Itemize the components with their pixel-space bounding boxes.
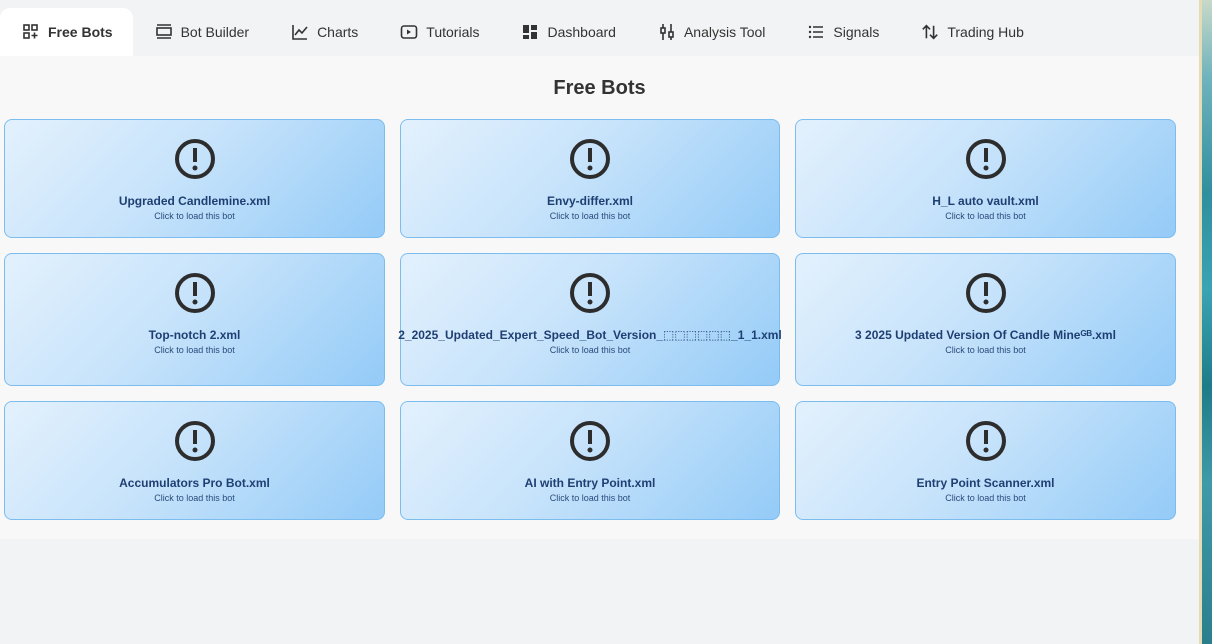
page-title: Free Bots bbox=[553, 77, 646, 99]
bot-card[interactable]: Accumulators Pro Bot.xml Click to load t… bbox=[4, 401, 385, 520]
bot-card[interactable]: Top-notch 2.xml Click to load this bot bbox=[4, 253, 385, 386]
tab-signals[interactable]: Signals bbox=[785, 8, 899, 56]
warning-icon bbox=[965, 421, 1006, 461]
tab-label: Bot Builder bbox=[180, 24, 250, 40]
grid-plus-icon bbox=[22, 23, 40, 41]
play-icon bbox=[400, 23, 418, 41]
tab-tutorials[interactable]: Tutorials bbox=[378, 8, 499, 56]
bot-hint: Click to load this bot bbox=[549, 345, 631, 355]
warning-icon bbox=[570, 139, 610, 179]
bot-hint: Click to load this bot bbox=[549, 211, 631, 221]
tab-label: Free Bots bbox=[48, 24, 113, 40]
builder-icon bbox=[155, 23, 173, 41]
warning-icon bbox=[965, 139, 1006, 179]
tab-bar: Free Bots Bot Builder Charts Tutorials D… bbox=[0, 0, 1199, 56]
list-icon bbox=[807, 23, 825, 41]
bot-name: Top-notch 2.xml bbox=[148, 328, 241, 342]
bot-name: 3 2025 Updated Version Of Candle Mineᴳᴮ.… bbox=[855, 328, 1116, 342]
warning-icon bbox=[174, 273, 215, 313]
bot-card[interactable]: 3 2025 Updated Version Of Candle Mineᴳᴮ.… bbox=[795, 253, 1176, 386]
bot-name: AI with Entry Point.xml bbox=[524, 476, 656, 490]
bot-hint: Click to load this bot bbox=[549, 493, 631, 503]
bot-grid: Upgraded Candlemine.xml Click to load th… bbox=[4, 119, 1176, 520]
dashboard-icon bbox=[521, 23, 539, 41]
bot-card[interactable]: 2_2025_Updated_Expert_Speed_Bot_Version_… bbox=[398, 253, 782, 386]
warning-icon bbox=[174, 139, 215, 179]
app-window: Free Bots Bot Builder Charts Tutorials D… bbox=[0, 0, 1199, 644]
bot-hint: Click to load this bot bbox=[154, 211, 235, 221]
desktop-edge bbox=[1199, 0, 1212, 644]
tab-label: Signals bbox=[833, 24, 880, 40]
bot-hint: Click to load this bot bbox=[945, 345, 1026, 355]
warning-icon bbox=[570, 421, 610, 461]
chart-line-icon bbox=[291, 23, 309, 41]
warning-icon bbox=[570, 273, 610, 313]
tab-analysis-tool[interactable]: Analysis Tool bbox=[636, 8, 785, 56]
tab-bot-builder[interactable]: Bot Builder bbox=[133, 8, 269, 56]
bot-hint: Click to load this bot bbox=[945, 211, 1026, 221]
tab-label: Charts bbox=[317, 24, 359, 40]
tab-free-bots[interactable]: Free Bots bbox=[0, 8, 133, 56]
bot-name: Accumulators Pro Bot.xml bbox=[119, 476, 270, 490]
bot-name: Entry Point Scanner.xml bbox=[916, 476, 1055, 490]
arrows-updown-icon bbox=[921, 23, 939, 41]
bot-card[interactable]: Entry Point Scanner.xml Click to load th… bbox=[795, 401, 1176, 520]
tab-charts[interactable]: Charts bbox=[269, 8, 378, 56]
tab-label: Analysis Tool bbox=[683, 24, 766, 40]
free-bots-panel: Free Bots Upgraded Candlemine.xml Click … bbox=[0, 56, 1199, 539]
warning-icon bbox=[174, 421, 215, 461]
bot-hint: Click to load this bot bbox=[945, 493, 1026, 503]
sliders-icon bbox=[658, 23, 676, 41]
bot-name: 2_2025_Updated_Expert_Speed_Bot_Version_… bbox=[398, 328, 782, 342]
bot-name: Upgraded Candlemine.xml bbox=[118, 194, 271, 208]
bot-card[interactable]: H_L auto vault.xml Click to load this bo… bbox=[795, 119, 1176, 238]
bot-card[interactable]: Envy-differ.xml Click to load this bot bbox=[400, 119, 780, 238]
bot-card[interactable]: Upgraded Candlemine.xml Click to load th… bbox=[4, 119, 385, 238]
tab-dashboard[interactable]: Dashboard bbox=[499, 8, 636, 56]
warning-icon bbox=[965, 273, 1006, 313]
bot-name: Envy-differ.xml bbox=[546, 194, 634, 208]
bot-name: H_L auto vault.xml bbox=[932, 194, 1039, 208]
tab-label: Dashboard bbox=[547, 24, 616, 40]
bot-card[interactable]: AI with Entry Point.xml Click to load th… bbox=[400, 401, 780, 520]
tab-label: Tutorials bbox=[426, 24, 480, 40]
tab-label: Trading Hub bbox=[947, 24, 1024, 40]
bot-hint: Click to load this bot bbox=[154, 493, 235, 503]
tab-trading-hub[interactable]: Trading Hub bbox=[899, 8, 1044, 56]
bot-hint: Click to load this bot bbox=[154, 345, 235, 355]
